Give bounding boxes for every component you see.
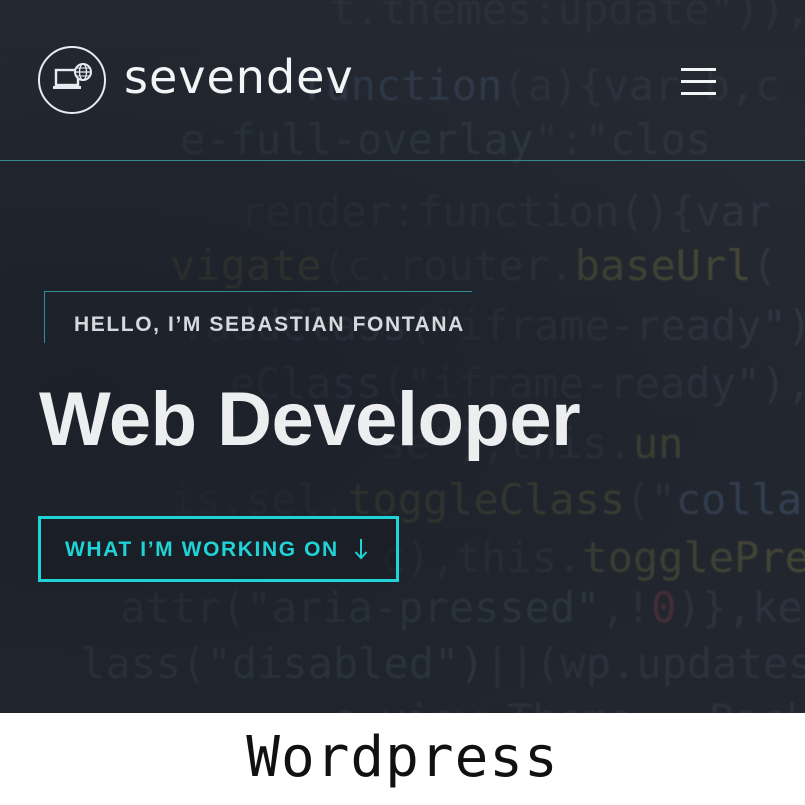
menu-bar [681, 68, 716, 71]
working-on-label: WHAT I’M WORKING ON [65, 538, 339, 561]
arrow-down-icon [354, 539, 368, 560]
laptop-globe-icon [53, 63, 92, 89]
working-on-button[interactable]: WHAT I’M WORKING ON [38, 516, 399, 582]
greeting-text: HELLO, I’M SEBASTIAN FONTANA [74, 313, 465, 336]
caption-text: Wordpress [246, 725, 559, 790]
screenshot-frame: t.themes:update")), function(a){var b,c … [0, 0, 805, 805]
logo[interactable] [38, 46, 106, 114]
hero-section: t.themes:update")), function(a){var b,c … [0, 0, 805, 713]
menu-bar [681, 80, 716, 83]
brand-name[interactable]: sevendev [124, 50, 354, 104]
header-divider [0, 160, 805, 161]
hero-headline: Web Developer [39, 377, 581, 462]
menu-bar [681, 92, 716, 95]
hamburger-menu-icon[interactable] [681, 68, 716, 95]
background-overlay [0, 0, 805, 713]
